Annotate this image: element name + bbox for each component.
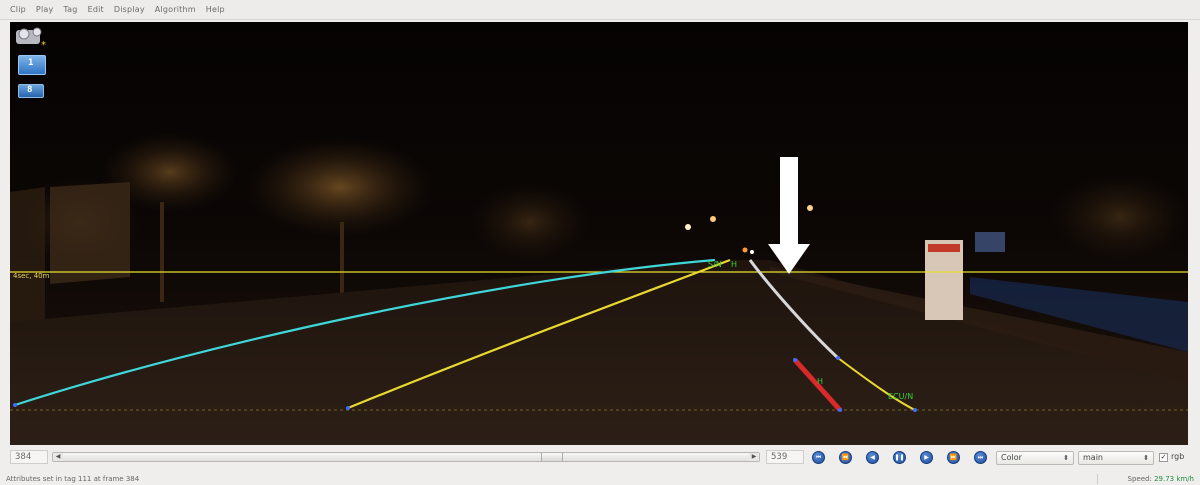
slider-handle[interactable] bbox=[541, 453, 563, 461]
street-light bbox=[807, 205, 813, 211]
street-light bbox=[710, 216, 716, 222]
lane-tag-sn: S/N bbox=[708, 260, 722, 269]
step-back-icon[interactable]: ◀ bbox=[866, 451, 879, 464]
lane-tag-ecu: ECU/N bbox=[888, 392, 914, 401]
last-frame-icon[interactable]: ⏭ bbox=[974, 451, 987, 464]
timeline-slider[interactable]: ◀ ▶ bbox=[52, 452, 760, 462]
first-frame-icon[interactable]: ⏮ bbox=[812, 451, 825, 464]
speed-label: Speed: bbox=[1127, 475, 1152, 483]
tree bbox=[470, 182, 590, 262]
status-bar: Attributes set in tag 111 at frame 384 S… bbox=[0, 474, 1200, 485]
control-point[interactable] bbox=[13, 403, 17, 407]
menu-bar: Clip Play Tag Edit Display Algorithm Hel… bbox=[0, 0, 1200, 20]
menu-display[interactable]: Display bbox=[114, 5, 145, 14]
speed-readout: Speed: 29.73 km/h bbox=[1128, 475, 1194, 483]
billboard bbox=[50, 182, 130, 284]
road-scene bbox=[10, 22, 1188, 445]
rewind-fast-icon[interactable]: ⏪ bbox=[839, 451, 852, 464]
chevron-updown-icon: ⬍ bbox=[1063, 454, 1069, 462]
menu-play[interactable]: Play bbox=[36, 5, 53, 14]
menu-edit[interactable]: Edit bbox=[88, 5, 104, 14]
vehicle-light bbox=[750, 250, 754, 254]
vehicle-light bbox=[742, 247, 748, 253]
menu-algorithm[interactable]: Algorithm bbox=[155, 5, 196, 14]
control-point[interactable] bbox=[346, 406, 350, 410]
menu-help[interactable]: Help bbox=[206, 5, 225, 14]
control-point[interactable] bbox=[913, 408, 917, 412]
channel-1-label: 1 bbox=[28, 58, 34, 68]
building bbox=[975, 232, 1005, 252]
end-frame-field[interactable]: 539 bbox=[766, 450, 804, 464]
status-message: Attributes set in tag 111 at frame 384 bbox=[6, 475, 140, 483]
view-select[interactable]: main ⬍ bbox=[1078, 451, 1154, 465]
playback-controls: 384 ◀ ▶ 539 ⏮ ⏪ ◀ ❚❚ ▶ ⏩ ⏭ Color ⬍ main … bbox=[0, 448, 1200, 468]
rgb-checkbox[interactable]: ✓ bbox=[1159, 453, 1168, 462]
control-point[interactable] bbox=[836, 356, 840, 360]
menu-clip[interactable]: Clip bbox=[10, 5, 26, 14]
lane-tag-red-h: H bbox=[817, 377, 824, 386]
view-select-value: main bbox=[1083, 453, 1103, 462]
slider-left-arrow-icon[interactable]: ◀ bbox=[53, 453, 63, 461]
color-select[interactable]: Color ⬍ bbox=[996, 451, 1074, 465]
star-icon: * bbox=[41, 40, 46, 51]
forward-fast-icon[interactable]: ⏩ bbox=[947, 451, 960, 464]
camera-icon[interactable] bbox=[16, 27, 42, 44]
speed-value: 29.73 km/h bbox=[1154, 475, 1194, 483]
control-point[interactable] bbox=[793, 358, 797, 362]
video-viewport[interactable]: * 1 8 4sec, 40m S/N H H ECU/N bbox=[10, 22, 1188, 445]
control-point[interactable] bbox=[838, 408, 842, 412]
pause-icon[interactable]: ❚❚ bbox=[893, 451, 906, 464]
tree bbox=[1050, 172, 1188, 262]
channel-8-label: 8 bbox=[27, 85, 33, 95]
billboard bbox=[10, 187, 45, 332]
chevron-updown-icon: ⬍ bbox=[1143, 454, 1149, 462]
rgb-label: rgb bbox=[1171, 452, 1185, 461]
color-select-value: Color bbox=[1001, 453, 1022, 462]
menu-tag[interactable]: Tag bbox=[63, 5, 77, 14]
road-sign-band bbox=[928, 244, 960, 252]
play-icon[interactable]: ▶ bbox=[920, 451, 933, 464]
channel-1-button[interactable]: 1 bbox=[18, 55, 46, 75]
slider-right-arrow-icon[interactable]: ▶ bbox=[749, 453, 759, 461]
tree-trunk bbox=[160, 202, 164, 302]
distance-label: 4sec, 40m bbox=[13, 272, 50, 280]
status-separator bbox=[1097, 474, 1098, 484]
lane-tag-h: H bbox=[731, 260, 738, 269]
start-frame-field[interactable]: 384 bbox=[10, 450, 48, 464]
street-light bbox=[685, 224, 691, 230]
channel-8-button[interactable]: 8 bbox=[18, 84, 44, 98]
